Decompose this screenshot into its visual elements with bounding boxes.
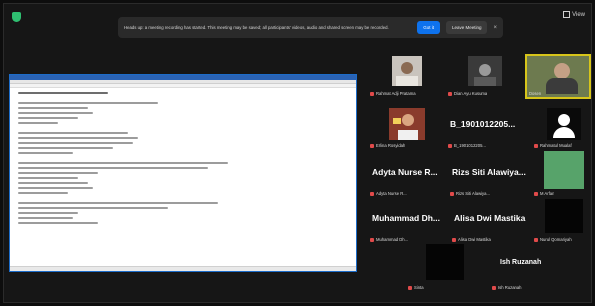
- participant-name: Adyta Nurse R...: [370, 191, 407, 196]
- muted-mic-icon: [370, 143, 374, 148]
- shared-screen[interactable]: [9, 74, 357, 272]
- participant-tile[interactable]: Rahmat Adji Pratama: [370, 54, 444, 96]
- participant-video: [468, 56, 502, 86]
- muted-mic-icon: [370, 237, 374, 242]
- muted-mic-icon: [534, 237, 538, 242]
- participant-name: Rahmatul Mualaf: [534, 143, 572, 148]
- participant-name: Nurul Qomariyah: [534, 237, 572, 242]
- muted-mic-icon: [492, 285, 496, 290]
- participant-display-name: Muhammad Dh...: [372, 213, 441, 223]
- participant-tile[interactable]: Dian Ayu Kusuma: [448, 54, 522, 96]
- participant-name: Sinta: [408, 285, 424, 290]
- participant-name: Alisa Dwi Mastika: [452, 237, 491, 242]
- participant-tile[interactable]: Rahmatul Mualaf: [534, 106, 591, 148]
- active-speaker-tile[interactable]: Dosen: [525, 54, 591, 99]
- banner-message: Heads up: a meeting recording has starte…: [124, 25, 389, 30]
- participant-name: Ish Ruzanah: [492, 285, 522, 290]
- participant-display-name: Adyta Nurse R...: [372, 167, 438, 177]
- participant-tile[interactable]: B_1901012205... B_1901012205...: [448, 106, 526, 148]
- participant-video: [389, 108, 425, 140]
- participant-tile[interactable]: Erlina Rosyidah: [370, 106, 444, 148]
- participant-name: Rahmat Adji Pratama: [370, 91, 416, 96]
- participant-name: Dosen: [529, 91, 542, 96]
- participant-display-name: Rizs Siti Alawiya...: [452, 167, 526, 177]
- muted-mic-icon: [370, 91, 374, 96]
- participant-tile[interactable]: Sinta: [408, 244, 482, 290]
- participant-name: Erlina Rosyidah: [370, 143, 405, 148]
- participant-tile[interactable]: M Arfan: [534, 150, 591, 196]
- view-toggle[interactable]: View: [563, 11, 585, 18]
- participant-tile[interactable]: Adyta Nurse R... Adyta Nurse R...: [370, 154, 448, 196]
- participant-display-name: Alisa Dwi Mastika: [454, 213, 526, 223]
- participant-video: [545, 199, 583, 233]
- muted-mic-icon: [448, 143, 452, 148]
- muted-mic-icon: [408, 285, 412, 290]
- participant-name: Muhammad Dh...: [370, 237, 408, 242]
- participant-tile[interactable]: Ish Ruzanah Ish Ruzanah: [492, 244, 570, 290]
- participant-video: [392, 56, 422, 86]
- shield-icon[interactable]: [12, 12, 21, 22]
- grid-view-icon: [563, 11, 571, 18]
- participant-name: M Arfan: [534, 191, 554, 196]
- meeting-window: View Heads up: a meeting recording has s…: [3, 3, 592, 303]
- participant-tile[interactable]: Alisa Dwi Mastika Alisa Dwi Mastika: [452, 200, 530, 242]
- view-label: View: [572, 11, 585, 18]
- close-icon[interactable]: ×: [493, 25, 497, 31]
- participant-tile[interactable]: Muhammad Dh... Muhammad Dh...: [370, 200, 450, 242]
- recording-banner: Heads up: a meeting recording has starte…: [118, 17, 503, 38]
- muted-mic-icon: [452, 237, 456, 242]
- participant-name: Dian Ayu Kusuma: [448, 91, 487, 96]
- participant-avatar: [547, 108, 581, 140]
- muted-mic-icon: [370, 191, 374, 196]
- muted-mic-icon: [450, 191, 454, 196]
- leave-meeting-button[interactable]: Leave Meeting: [445, 21, 488, 34]
- participant-video: [426, 244, 464, 280]
- muted-mic-icon: [534, 191, 538, 196]
- document-page: [10, 88, 356, 231]
- participant-display-name: B_1901012205...: [450, 119, 516, 129]
- participant-tile[interactable]: Rizs Siti Alawiya... Rizs Siti Alawiya..…: [450, 154, 528, 196]
- participant-tile[interactable]: Nurul Qomariyah: [534, 198, 591, 242]
- participant-name: B_1901012205...: [448, 143, 486, 148]
- muted-mic-icon: [448, 91, 452, 96]
- document-statusbar: [10, 266, 356, 271]
- participant-video: [544, 151, 584, 189]
- got-it-button[interactable]: Got it: [417, 21, 440, 34]
- participant-display-name: Ish Ruzanah: [500, 259, 542, 266]
- participant-name: Rizs Siti Alawiya...: [450, 191, 490, 196]
- muted-mic-icon: [534, 143, 538, 148]
